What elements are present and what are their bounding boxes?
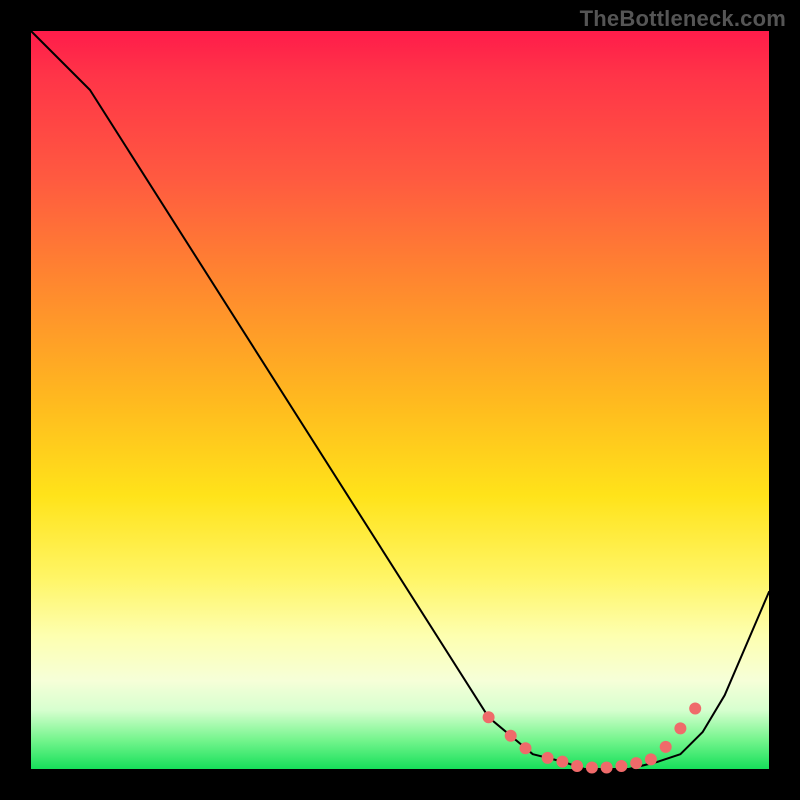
curve-line bbox=[31, 31, 769, 769]
highlight-dot bbox=[571, 760, 583, 772]
highlight-dot bbox=[601, 762, 613, 774]
highlight-dot bbox=[556, 756, 568, 768]
highlight-dot bbox=[520, 742, 532, 754]
highlight-dots bbox=[483, 703, 702, 774]
highlight-dot bbox=[689, 703, 701, 715]
attribution-text: TheBottleneck.com bbox=[580, 6, 786, 32]
highlight-dot bbox=[630, 757, 642, 769]
highlight-dot bbox=[615, 760, 627, 772]
highlight-dot bbox=[674, 722, 686, 734]
highlight-dot bbox=[660, 741, 672, 753]
highlight-dot bbox=[645, 753, 657, 765]
chart-frame: TheBottleneck.com bbox=[0, 0, 800, 800]
highlight-dot bbox=[505, 730, 517, 742]
curve-svg bbox=[31, 31, 769, 769]
highlight-dot bbox=[586, 762, 598, 774]
plot-area bbox=[31, 31, 769, 769]
highlight-dot bbox=[542, 752, 554, 764]
highlight-dot bbox=[483, 711, 495, 723]
